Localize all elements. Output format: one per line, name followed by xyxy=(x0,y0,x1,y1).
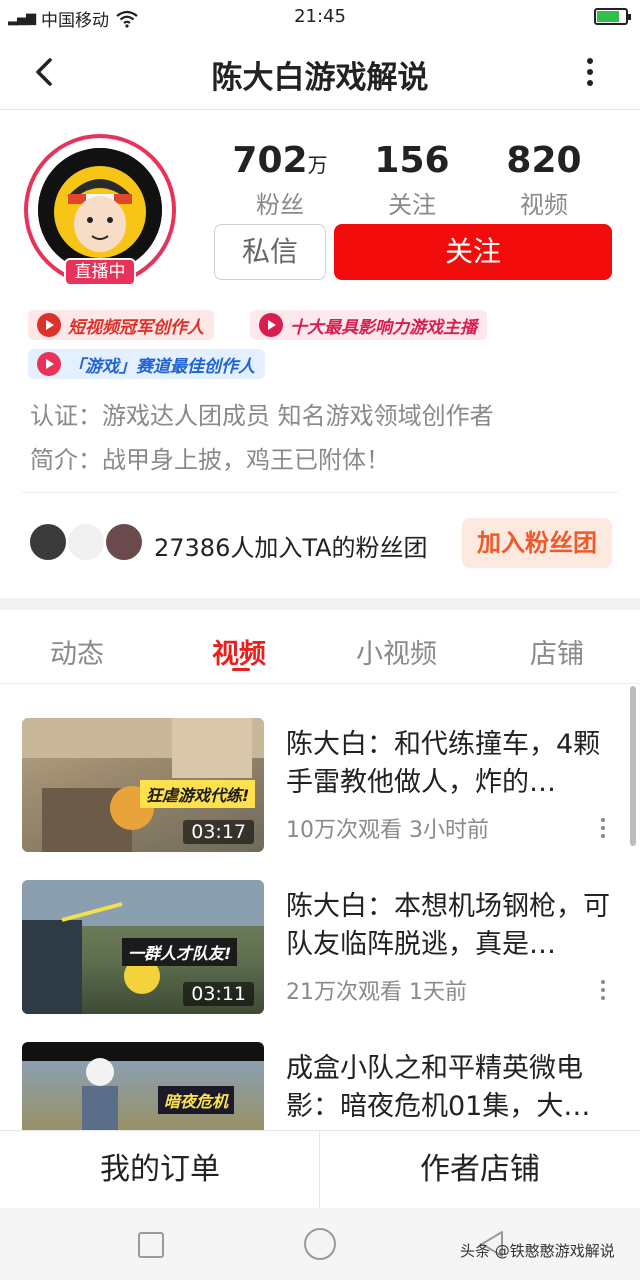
tab-dynamic[interactable]: 动态 xyxy=(50,632,104,671)
watermark: 头条 @铁憨憨游戏解说 xyxy=(460,1242,615,1260)
battery-icon xyxy=(594,8,631,25)
thumbnail-caption: 狂虐游戏代练! xyxy=(140,780,256,808)
video-thumbnail[interactable]: 一群人才队友! 03:11 xyxy=(22,880,264,1014)
thumbnail-caption: 暗夜危机 xyxy=(158,1086,235,1114)
join-fan-club-button[interactable]: 加入粉丝团 xyxy=(462,518,612,568)
video-views: 21万次观看 xyxy=(286,980,402,1005)
avatar xyxy=(38,148,162,272)
video-more-button[interactable] xyxy=(600,980,606,1000)
author-shop-button[interactable]: 作者店铺 xyxy=(320,1131,640,1209)
tab-videos[interactable]: 视频 xyxy=(212,632,266,671)
fan-club-count: 27386人加入TA的粉丝团 xyxy=(154,534,428,562)
tab-shop[interactable]: 店铺 xyxy=(530,632,584,671)
honor-badge-2[interactable]: 十大最具影响力游戏主播 xyxy=(250,310,487,340)
content-tabs: 动态 视频 小视频 店铺 xyxy=(0,610,640,684)
dot-icon xyxy=(587,80,593,86)
fans-label: 粉丝 xyxy=(256,191,304,219)
video-views: 10万次观看 xyxy=(286,818,402,843)
following-label: 关注 xyxy=(388,191,436,219)
fan-avatar xyxy=(66,522,106,562)
honor-badge-3[interactable]: 「游戏」赛道最佳创作人 xyxy=(28,349,265,379)
clock: 21:45 xyxy=(294,6,346,27)
message-button[interactable]: 私信 xyxy=(214,224,326,280)
page-title: 陈大白游戏解说 xyxy=(211,60,429,96)
title-bar: 陈大白游戏解说 xyxy=(0,34,640,110)
stat-fans[interactable]: 702万 粉丝 xyxy=(220,140,340,220)
play-icon xyxy=(37,313,61,337)
honor-badge-label: 「游戏」赛道最佳创作人 xyxy=(68,356,255,377)
video-title[interactable]: 成盒小队之和平精英微电影：暗夜危机01集，大… xyxy=(286,1050,616,1126)
stat-videos[interactable]: 820 视频 xyxy=(484,140,604,220)
video-time: 1天前 xyxy=(409,980,467,1005)
video-thumbnail[interactable]: 狂虐游戏代练! 03:17 xyxy=(22,718,264,852)
recent-apps-button[interactable] xyxy=(138,1232,164,1258)
honor-badge-label: 短视频冠军创作人 xyxy=(68,317,204,338)
fan-avatar xyxy=(104,522,144,562)
video-meta: 10万次观看 3小时前 xyxy=(286,812,489,844)
dot-icon xyxy=(601,988,605,992)
dot-icon xyxy=(587,69,593,75)
dot-icon xyxy=(601,818,605,822)
divider xyxy=(22,492,618,493)
honor-badge-label: 十大最具影响力游戏主播 xyxy=(290,317,477,338)
videos-label: 视频 xyxy=(520,191,568,219)
tab-short-videos[interactable]: 小视频 xyxy=(356,632,437,671)
video-duration: 03:17 xyxy=(183,820,254,844)
following-count: 156 xyxy=(374,140,450,181)
play-icon xyxy=(259,313,283,337)
video-more-button[interactable] xyxy=(600,818,606,838)
dot-icon xyxy=(601,834,605,838)
intro-text: 简介：战甲身上披，鸡王已附体！ xyxy=(30,446,390,474)
live-badge[interactable]: 直播中 xyxy=(64,258,136,286)
thumbnail-caption: 一群人才队友! xyxy=(122,938,238,966)
dot-icon xyxy=(601,826,605,830)
honor-badge-1[interactable]: 短视频冠军创作人 xyxy=(28,310,214,340)
video-duration: 03:11 xyxy=(183,982,254,1006)
status-bar: ▂▄▆ 中国移动 21:45 xyxy=(0,0,640,34)
fans-unit: 万 xyxy=(307,153,328,177)
my-orders-button[interactable]: 我的订单 xyxy=(0,1131,320,1209)
video-item[interactable]: 狂虐游戏代练! 03:17 陈大白：和代练撞车，4颗手雷教他做人，炸的… 10万… xyxy=(0,718,640,858)
video-meta: 21万次观看 1天前 xyxy=(286,974,467,1006)
avatar-illustration xyxy=(38,148,162,272)
home-button[interactable] xyxy=(304,1228,336,1260)
video-title[interactable]: 陈大白：本想机场钢枪，可队友临阵脱逃，真是… xyxy=(286,888,616,964)
videos-count: 820 xyxy=(506,140,582,181)
follow-button[interactable]: 关注 xyxy=(334,224,612,280)
video-time: 3小时前 xyxy=(409,818,489,843)
certification-text: 认证：游戏达人团成员 知名游戏领域创作者 xyxy=(30,402,494,430)
dot-icon xyxy=(601,996,605,1000)
fan-avatars[interactable] xyxy=(28,522,144,562)
video-item[interactable]: 一群人才队友! 03:11 陈大白：本想机场钢枪，可队友临阵脱逃，真是… 21万… xyxy=(0,880,640,1020)
dot-icon xyxy=(601,980,605,984)
dot-icon xyxy=(587,58,593,64)
stat-following[interactable]: 156 关注 xyxy=(352,140,472,220)
video-title[interactable]: 陈大白：和代练撞车，4颗手雷教他做人，炸的… xyxy=(286,726,616,802)
section-gap xyxy=(0,598,640,610)
fan-avatar xyxy=(28,522,68,562)
fans-count: 702 xyxy=(232,140,308,181)
active-tab-indicator xyxy=(232,668,250,671)
play-icon xyxy=(37,352,61,376)
bottom-action-bar: 我的订单 作者店铺 xyxy=(0,1130,640,1209)
more-options-button[interactable] xyxy=(584,52,596,92)
